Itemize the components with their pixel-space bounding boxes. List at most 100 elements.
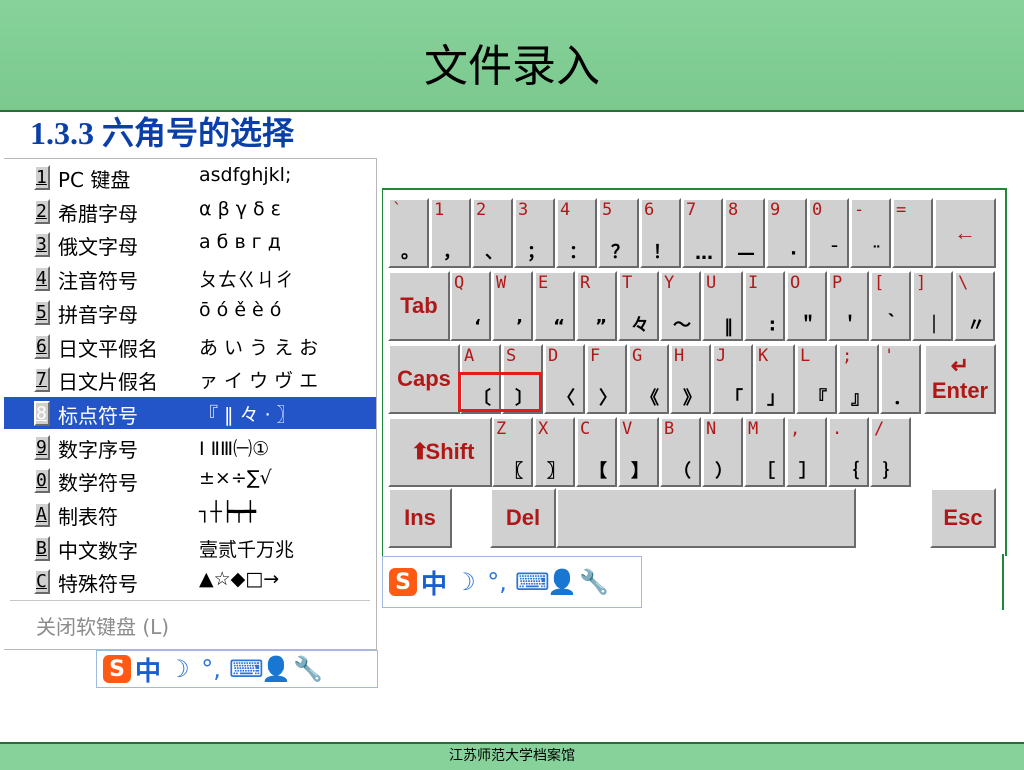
menu-item[interactable]: 5 拼音字母 ō ó ě è ó	[4, 296, 376, 328]
sogou-logo-icon[interactable]: S	[389, 568, 417, 596]
ins-key[interactable]: Ins	[388, 488, 452, 548]
key-main-char: 7	[686, 200, 697, 220]
caps-key[interactable]: Caps	[388, 344, 460, 414]
key[interactable]: 7…	[682, 198, 723, 268]
key[interactable]: 3；	[514, 198, 555, 268]
key[interactable]: Y ～	[660, 271, 701, 341]
menu-item[interactable]: 3 俄文字母 а б в г д	[4, 228, 376, 260]
key-main-char: Q	[454, 273, 465, 293]
key[interactable]: 6！	[640, 198, 681, 268]
key[interactable]: 9 ·	[766, 198, 807, 268]
key-main-char: E	[538, 273, 549, 293]
keyboard-icon[interactable]: ⌨	[515, 568, 550, 596]
chinese-mode-button[interactable]: 中	[421, 564, 447, 601]
punctuation-icon[interactable]: °,	[197, 655, 225, 683]
key[interactable]: Q ‘	[450, 271, 491, 341]
key-symbol: 、	[485, 242, 503, 263]
menu-item-label: 中文数字	[58, 538, 138, 563]
wrench-icon[interactable]: 🔧	[293, 655, 323, 683]
key[interactable]: O ＂	[786, 271, 827, 341]
menu-item-preview: ┐┼┝┯┿	[199, 501, 257, 523]
key[interactable]: 1，	[430, 198, 471, 268]
menu-item-label: 数学符号	[58, 471, 138, 496]
key[interactable]: C 【	[576, 417, 617, 487]
key[interactable]: J 「	[712, 344, 753, 414]
punctuation-icon[interactable]: °,	[483, 568, 511, 596]
key[interactable]: K」	[754, 344, 795, 414]
key[interactable]: N）	[702, 417, 743, 487]
key[interactable]: B （	[660, 417, 701, 487]
key[interactable]: F 〉	[586, 344, 627, 414]
menu-item[interactable]: 1 PC 键盘 asdfghjkl;	[4, 161, 376, 193]
key[interactable]: 0ˉ	[808, 198, 849, 268]
moon-icon[interactable]: ☽	[451, 568, 479, 596]
enter-key[interactable]: ↵ Enter	[924, 344, 996, 414]
user-icon[interactable]: 👤	[261, 655, 291, 683]
key-symbol: ｜	[925, 315, 943, 336]
menu-item[interactable]: 8 标点符号 『 ‖ 々 · 〗	[4, 396, 376, 429]
key-main-char: U	[706, 273, 717, 293]
sogou-logo-icon[interactable]: S	[103, 655, 131, 683]
key[interactable]: P ＇	[828, 271, 869, 341]
backspace-key[interactable]: ←	[934, 198, 996, 268]
wrench-icon[interactable]: 🔧	[579, 568, 609, 596]
key[interactable]: - ¨	[850, 198, 891, 268]
menu-item[interactable]: 2 希腊字母 α β γ δ ε	[4, 195, 376, 227]
space-key[interactable]	[556, 488, 856, 548]
key[interactable]: [｀	[870, 271, 911, 341]
menu-item[interactable]: B 中文数字 壹贰千万兆	[4, 532, 376, 564]
del-key[interactable]: Del	[490, 488, 556, 548]
key[interactable]: =	[892, 198, 933, 268]
shift-key[interactable]: ⬆ Shift	[388, 417, 492, 487]
key-symbol: ｛	[841, 461, 859, 482]
key[interactable]: \ 〃	[954, 271, 995, 341]
tab-key[interactable]: Tab	[388, 271, 450, 341]
key[interactable]: 4：	[556, 198, 597, 268]
menu-item[interactable]: 7 日文片假名 ァ イ ウ ヴ エ	[4, 363, 376, 395]
key[interactable]: 2、	[472, 198, 513, 268]
menu-item[interactable]: 0 数学符号 ±×÷∑√	[4, 464, 376, 496]
key[interactable]: H 》	[670, 344, 711, 414]
backspace-key-label: ←	[954, 220, 976, 245]
key[interactable]: Z 〖	[492, 417, 533, 487]
key[interactable]: T々	[618, 271, 659, 341]
key[interactable]: M ［	[744, 417, 785, 487]
key[interactable]: R”	[576, 271, 617, 341]
moon-icon[interactable]: ☽	[165, 655, 193, 683]
key-main-char: .	[832, 419, 843, 439]
menu-item[interactable]: 6 日文平假名 あ い う え お	[4, 330, 376, 362]
key[interactable]: ' ．	[880, 344, 921, 414]
menu-item[interactable]: 4 注音符号 ㄆㄊㄍㄐㄔ	[4, 262, 376, 294]
key-symbol: ·	[790, 243, 797, 264]
menu-item-preview: asdfghjkl;	[199, 164, 292, 186]
key[interactable]: / ｝	[870, 417, 911, 487]
key[interactable]: L 『	[796, 344, 837, 414]
key[interactable]: E “	[534, 271, 575, 341]
chinese-mode-button[interactable]: 中	[135, 651, 161, 688]
key[interactable]: G 《	[628, 344, 669, 414]
keyboard-icon[interactable]: ⌨	[229, 655, 264, 683]
key[interactable]: I ∶	[744, 271, 785, 341]
close-soft-keyboard-item[interactable]: 关闭软键盘 (L)	[36, 611, 169, 640]
key[interactable]: W’	[492, 271, 533, 341]
key-main-char: ]	[916, 273, 927, 293]
key[interactable]: , ］	[786, 417, 827, 487]
enter-key-label: Enter	[931, 377, 989, 403]
menu-item[interactable]: 9 数字序号 Ⅰ ⅡⅢ㈠①	[4, 431, 376, 463]
key[interactable]: `。	[388, 198, 429, 268]
key[interactable]: ;』	[838, 344, 879, 414]
key[interactable]: . ｛	[828, 417, 869, 487]
menu-item[interactable]: A 制表符 ┐┼┝┯┿	[4, 498, 376, 530]
key-symbol: 〗	[547, 461, 565, 482]
key[interactable]: ] ｜	[912, 271, 953, 341]
key[interactable]: X 〗	[534, 417, 575, 487]
key[interactable]: 8—	[724, 198, 765, 268]
key-main-char: C	[580, 419, 591, 439]
key[interactable]: 5？	[598, 198, 639, 268]
key[interactable]: V】	[618, 417, 659, 487]
esc-key[interactable]: Esc	[930, 488, 996, 548]
key[interactable]: D 〈	[544, 344, 585, 414]
menu-item[interactable]: C 特殊符号 ▲☆◆□→	[4, 565, 376, 597]
key[interactable]: U ‖	[702, 271, 743, 341]
user-icon[interactable]: 👤	[547, 568, 577, 596]
